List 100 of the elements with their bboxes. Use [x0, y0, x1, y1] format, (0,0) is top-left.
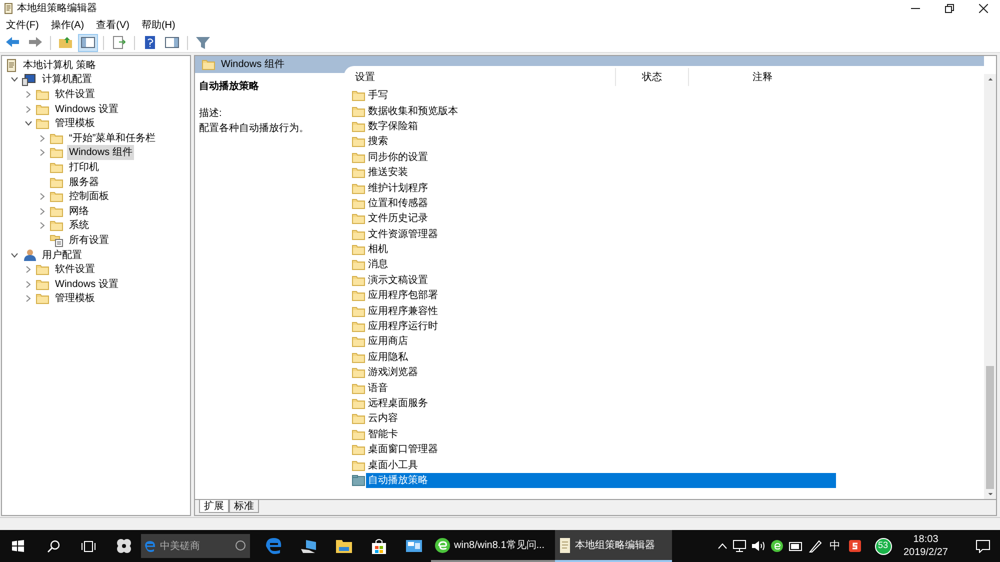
list-item[interactable]: 应用程序兼容性: [366, 303, 836, 319]
list-item[interactable]: 维护计划程序: [366, 180, 836, 196]
tray-button[interactable]: [752, 540, 764, 552]
ime-indicator[interactable]: 中: [828, 538, 842, 554]
pen-icon: [808, 540, 822, 552]
search-field[interactable]: 中美磋商: [141, 534, 250, 558]
chevron-right-icon[interactable]: [40, 208, 45, 215]
chevron-right-icon[interactable]: [40, 149, 45, 156]
notification-button[interactable]: [976, 540, 990, 552]
tree-item[interactable]: Windows 组件: [67, 145, 134, 160]
tray-button[interactable]: [848, 540, 860, 552]
list-item[interactable]: 游戏浏览器: [366, 365, 836, 380]
list-item[interactable]: 自动播放策略: [366, 472, 836, 488]
tree-item[interactable]: Windows 设置: [53, 276, 120, 292]
tree-item[interactable]: 打印机: [67, 160, 101, 175]
tree-item[interactable]: 控制面板: [67, 189, 111, 204]
tree-item[interactable]: 服务器: [67, 174, 101, 190]
folder-icon: [352, 182, 365, 194]
menu-item[interactable]: 文件(F): [4, 18, 41, 32]
tray-button[interactable]: [718, 543, 726, 549]
tree-item[interactable]: 用户配置: [40, 248, 84, 263]
column-header[interactable]: 设置: [352, 68, 615, 86]
folder-icon: [352, 213, 365, 224]
tab[interactable]: 标准: [229, 500, 259, 513]
chevron-right-icon[interactable]: [26, 266, 31, 274]
chevron-down-icon[interactable]: [25, 121, 32, 126]
tree-item[interactable]: 本地计算机 策略: [21, 58, 98, 73]
tree-item[interactable]: 软件设置: [53, 262, 97, 278]
scroll-down-icon[interactable]: [986, 492, 994, 495]
tree-item[interactable]: Windows 设置: [53, 102, 120, 117]
folder-icon: [352, 274, 365, 286]
list-item[interactable]: 推送安装: [366, 164, 836, 180]
tree-item[interactable]: 软件设置: [53, 86, 97, 102]
chevron-right-icon[interactable]: [26, 106, 31, 113]
list-item[interactable]: 桌面小工具: [366, 457, 836, 473]
tray-button[interactable]: [788, 542, 802, 550]
tree-item[interactable]: 所有设置: [67, 232, 111, 248]
chevron-right-icon[interactable]: [40, 222, 45, 230]
tree-item[interactable]: 管理模板: [53, 116, 97, 132]
toolbar-button[interactable]: [78, 34, 98, 52]
tree-item[interactable]: 管理模板: [53, 291, 97, 306]
list-item[interactable]: 演示文稿设置: [366, 272, 836, 288]
list-item[interactable]: 桌面窗口管理器: [366, 442, 836, 458]
menu-item[interactable]: 查看(V): [94, 18, 132, 32]
scroll-up-icon[interactable]: [986, 78, 994, 80]
chevron-right-icon[interactable]: [40, 193, 45, 200]
scroll-thumb[interactable]: [986, 366, 994, 488]
list-item[interactable]: 文件历史记录: [366, 211, 836, 227]
menu-item[interactable]: 帮助(H): [139, 18, 178, 32]
tab[interactable]: 扩展: [199, 500, 229, 513]
folder-icon: [36, 278, 49, 290]
chevron-down-icon[interactable]: [11, 77, 18, 82]
tree-item[interactable]: 系统: [67, 218, 91, 234]
list-item[interactable]: 文件资源管理器: [366, 226, 836, 242]
folder-icon: [50, 132, 63, 144]
back-arrow-icon: [5, 35, 21, 50]
chevron-down-icon[interactable]: [11, 252, 18, 258]
list-item[interactable]: 搜索: [366, 134, 836, 150]
list-item[interactable]: 手写: [366, 88, 836, 104]
list-item[interactable]: 同步你的设置: [366, 150, 836, 165]
list-item[interactable]: 数字保险箱: [366, 118, 836, 134]
chevron-right-icon[interactable]: [40, 134, 45, 142]
chevron-right-icon[interactable]: [26, 295, 31, 302]
list-item[interactable]: 远程桌面服务: [366, 396, 836, 412]
minimize-icon: [910, 8, 920, 9]
list-item[interactable]: 相机: [366, 242, 836, 258]
list-item[interactable]: 语音: [366, 380, 836, 396]
scrollbar[interactable]: [984, 74, 996, 499]
list-item[interactable]: 智能卡: [366, 426, 836, 442]
list-item[interactable]: 应用隐私: [366, 350, 836, 366]
tray-button[interactable]: [732, 540, 746, 552]
column-header[interactable]: 状态: [615, 68, 688, 86]
column-header[interactable]: 注释: [688, 68, 836, 86]
chevron-right-icon[interactable]: [26, 90, 31, 98]
description-text: 配置各种自动播放行为。: [199, 122, 310, 136]
folder-icon: [36, 88, 49, 100]
chevron-right-icon[interactable]: [26, 280, 31, 288]
clock-time: 18:03: [913, 533, 938, 546]
list-item[interactable]: 数据收集和预览版本: [366, 103, 836, 119]
list-item[interactable]: 位置和传感器: [366, 196, 836, 212]
list-item[interactable]: 消息: [366, 257, 836, 273]
window-title: 本地组策略编辑器: [17, 2, 97, 16]
tray-button[interactable]: [808, 540, 822, 552]
folder-icon: [50, 147, 63, 158]
list-item[interactable]: 应用商店: [366, 334, 836, 350]
tree-item[interactable]: 计算机配置: [40, 72, 94, 88]
taskbar-task[interactable]: 本地组策略编辑器: [555, 530, 672, 562]
list-item[interactable]: 应用程序包部署: [366, 288, 836, 304]
menu-item[interactable]: 操作(A): [48, 18, 86, 32]
tray-button[interactable]: [770, 540, 782, 552]
task-label: 本地组策略编辑器: [575, 538, 655, 552]
folder-icon: [352, 198, 365, 209]
forward-arrow-icon: [27, 35, 43, 50]
folder-icon: [352, 167, 365, 178]
tree-item[interactable]: “开始”菜单和任务栏: [67, 130, 158, 146]
tree-item[interactable]: 网络: [67, 204, 91, 219]
list-item[interactable]: 云内容: [366, 411, 836, 427]
computer-icon: [22, 74, 36, 86]
list-item[interactable]: 应用程序运行时: [366, 318, 836, 334]
clock[interactable]: 18:03 2019/2/27: [904, 533, 948, 559]
